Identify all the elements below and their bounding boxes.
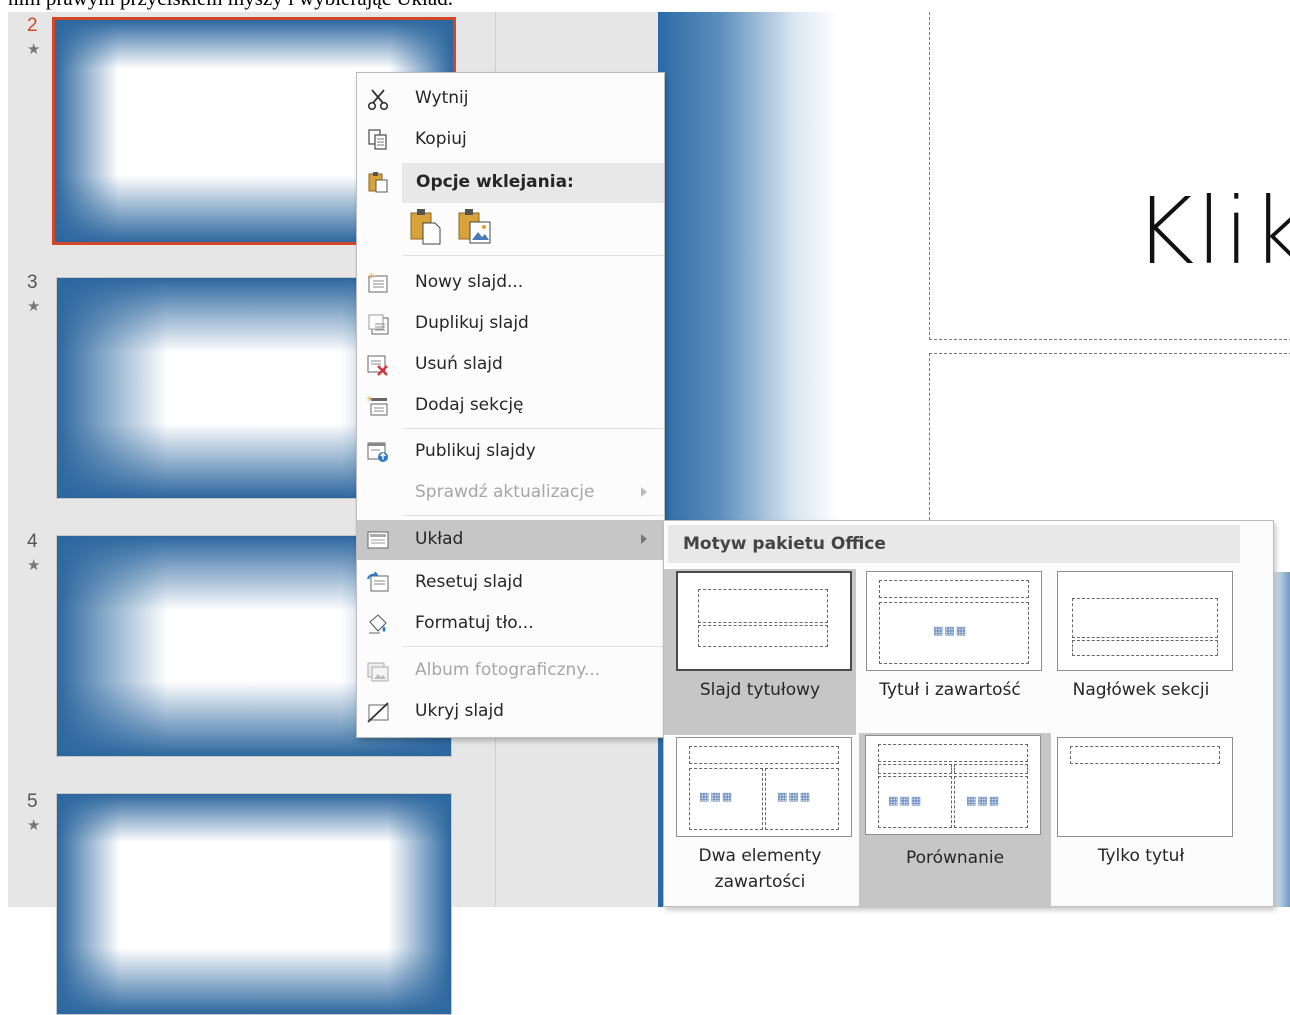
format-background-icon	[366, 612, 390, 636]
delete-slide-icon	[366, 353, 390, 377]
photo-album-icon	[366, 659, 390, 683]
menu-item-reset-slide[interactable]: Resetuj slajd	[357, 563, 664, 603]
menu-item-new-slide[interactable]: ✳ Nowy slajd...	[357, 263, 664, 303]
menu-separator	[403, 515, 663, 516]
slide-number-3: 3	[27, 272, 38, 293]
publish-slides-icon	[366, 440, 390, 464]
layout-preview	[1057, 571, 1233, 671]
slide-number-5: 5	[27, 791, 38, 812]
layout-name: Porównanie	[905, 848, 1005, 868]
submenu-arrow-icon	[641, 534, 647, 544]
paste-keep-source-button[interactable]	[409, 207, 447, 247]
menu-separator	[403, 428, 663, 429]
paste-keep-source-icon	[409, 209, 443, 250]
menu-item-delete-slide[interactable]: Usuń slajd	[357, 345, 664, 385]
content-placeholder-icons: ▦▦▦	[699, 790, 734, 803]
menu-item-duplicate-slide[interactable]: Duplikuj slajd	[357, 304, 664, 344]
layout-preview	[1057, 737, 1233, 837]
menu-item-publish-slides[interactable]: Publikuj slajdy	[357, 432, 664, 472]
submenu-arrow-icon	[641, 487, 647, 497]
layout-name: Dwa elementy zawartości	[698, 846, 822, 892]
layout-name: Nagłówek sekcji	[1072, 680, 1210, 700]
copy-icon	[366, 128, 390, 152]
layout-title-slide[interactable]: Slajd tytułowy	[664, 569, 856, 735]
menu-item-label: Dodaj sekcję	[415, 395, 524, 415]
layout-name: Slajd tytułowy	[699, 680, 821, 700]
context-menu: Wytnij Kopiuj Opcje wklejania: ✳ Nowy sl…	[356, 72, 665, 738]
layout-preview: ▦▦▦	[866, 571, 1042, 671]
menu-item-label: Układ	[415, 529, 464, 549]
content-placeholder-icons: ▦▦▦	[888, 794, 923, 807]
add-section-icon: ✳	[366, 394, 390, 418]
menu-item-label: Ukryj slajd	[415, 701, 504, 721]
menu-item-hide-slide[interactable]: Ukryj slajd	[357, 692, 664, 732]
slide-animation-star-icon: ★	[27, 41, 41, 58]
layout-preview	[676, 571, 852, 671]
layout-submenu: Motyw pakietu Office Slajd tytułowy ▦▦▦ …	[663, 520, 1274, 908]
reset-slide-icon	[366, 571, 390, 595]
menu-separator	[403, 255, 663, 256]
layout-title-only[interactable]: Tylko tytuł	[1045, 735, 1237, 901]
slide-animation-star-icon: ★	[27, 298, 41, 315]
layout-preview: ▦▦▦ ▦▦▦	[676, 737, 852, 837]
menu-item-label: Sprawdź aktualizacje	[415, 482, 595, 502]
svg-text:✳: ✳	[368, 272, 376, 282]
slide-number-2: 2	[27, 15, 38, 36]
layout-name: Tytuł i zawartość	[879, 680, 1021, 700]
new-slide-icon: ✳	[366, 271, 390, 295]
layout-title-and-content[interactable]: ▦▦▦ Tytuł i zawartość	[854, 569, 1046, 735]
menu-item-label: Nowy slajd...	[415, 272, 524, 292]
layout-comparison[interactable]: ▦▦▦ ▦▦▦ Porównanie	[859, 733, 1051, 908]
clipboard-icon	[366, 170, 390, 194]
scissors-icon	[366, 87, 390, 111]
title-placeholder[interactable]	[929, 12, 1290, 340]
layout-icon	[366, 528, 390, 552]
instruction-caption: nim prawym przyciskiem myszy i wybierają…	[8, 0, 453, 10]
menu-item-label: Kopiuj	[415, 129, 467, 149]
menu-separator	[403, 646, 663, 647]
layout-two-content[interactable]: ▦▦▦ ▦▦▦ Dwa elementy zawartości	[664, 735, 856, 905]
layout-section-header[interactable]: Nagłówek sekcji	[1045, 569, 1237, 735]
paste-picture-button[interactable]	[457, 207, 497, 247]
menu-item-label: Album fotograficzny...	[415, 660, 601, 680]
content-placeholder-icons: ▦▦▦	[933, 624, 968, 637]
title-placeholder-text[interactable]: Klik	[1134, 178, 1290, 285]
menu-item-cut[interactable]: Wytnij	[357, 79, 664, 119]
menu-item-format-background[interactable]: Formatuj tło...	[357, 604, 664, 644]
content-placeholder-icons: ▦▦▦	[966, 794, 1001, 807]
theme-header-label: Motyw pakietu Office	[683, 534, 886, 554]
menu-item-photo-album[interactable]: Album fotograficzny...	[357, 651, 664, 691]
menu-item-check-updates[interactable]: Sprawdź aktualizacje	[357, 473, 664, 513]
menu-item-layout[interactable]: Układ	[357, 520, 664, 560]
slide-thumbnail-5[interactable]	[56, 793, 452, 1015]
paste-options-header: Opcje wklejania:	[402, 163, 664, 203]
svg-text:✳: ✳	[366, 395, 374, 405]
menu-item-label: Usuń slajd	[415, 354, 503, 374]
theme-header: Motyw pakietu Office	[668, 525, 1240, 563]
duplicate-slide-icon	[366, 312, 390, 336]
layout-preview: ▦▦▦ ▦▦▦	[865, 735, 1041, 835]
menu-item-copy[interactable]: Kopiuj	[357, 120, 664, 160]
paste-options-label: Opcje wklejania:	[416, 172, 574, 192]
paste-picture-icon	[457, 209, 493, 250]
menu-item-label: Wytnij	[415, 88, 469, 108]
slide-number-4: 4	[27, 531, 38, 552]
layout-name: Tylko tytuł	[1097, 846, 1185, 866]
slide-animation-star-icon: ★	[27, 557, 41, 574]
slide-animation-star-icon: ★	[27, 817, 41, 834]
hide-slide-icon	[366, 700, 390, 724]
menu-item-label: Resetuj slajd	[415, 572, 523, 592]
menu-item-add-section[interactable]: ✳ Dodaj sekcję	[357, 386, 664, 426]
menu-item-label: Publikuj slajdy	[415, 441, 536, 461]
menu-item-label: Formatuj tło...	[415, 613, 534, 633]
menu-item-label: Duplikuj slajd	[415, 313, 529, 333]
content-placeholder-icons: ▦▦▦	[777, 790, 812, 803]
